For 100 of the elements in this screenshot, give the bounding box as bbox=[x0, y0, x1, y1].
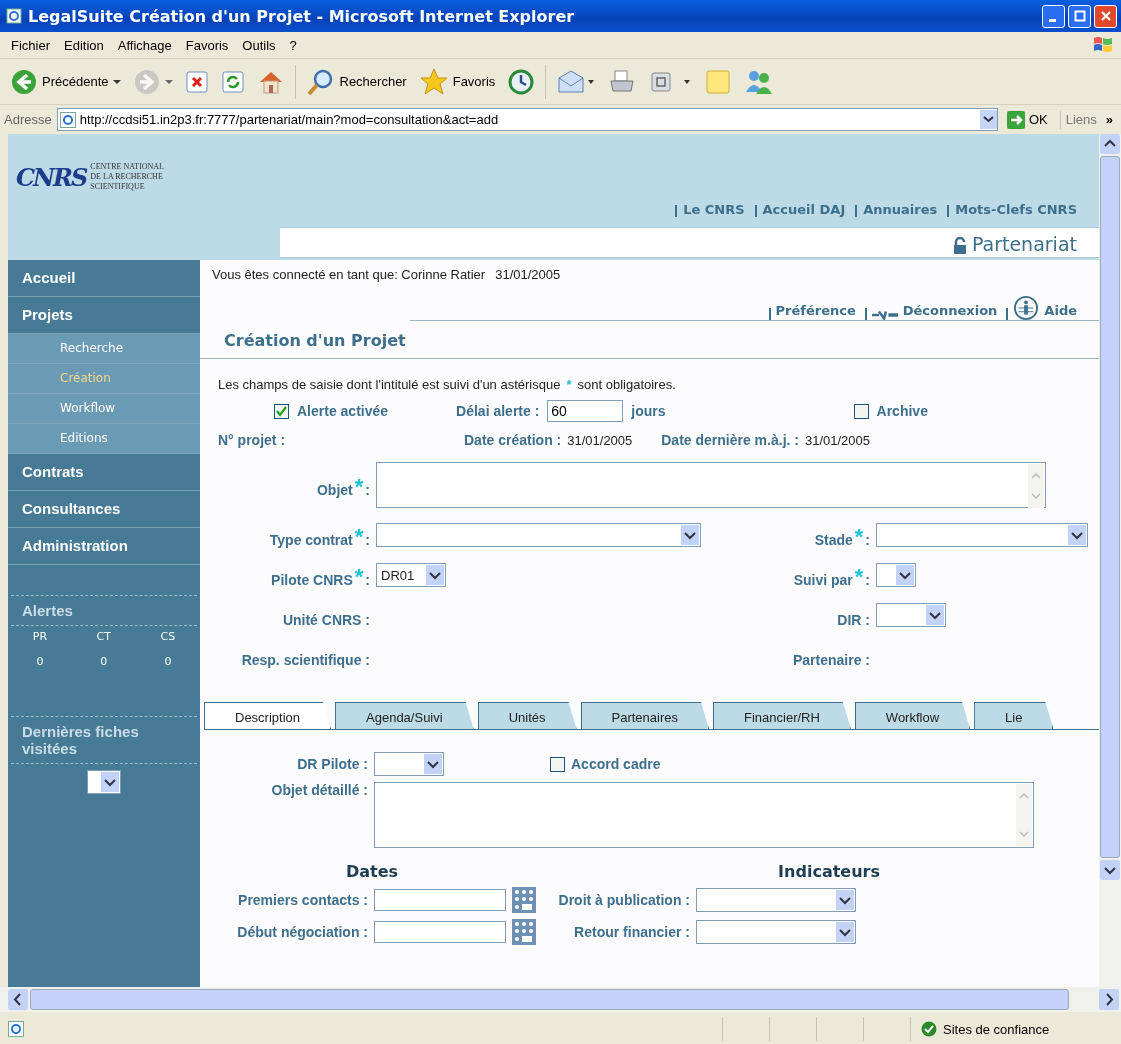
header-link[interactable]: Annuaires bbox=[863, 202, 938, 217]
field-label: Archive bbox=[876, 403, 928, 419]
browser-icon bbox=[6, 8, 22, 24]
detail-textarea[interactable] bbox=[374, 782, 1034, 848]
organization-name: DE LA RECHERCHE bbox=[90, 172, 164, 182]
minimize-icon bbox=[1048, 18, 1056, 22]
maximize-icon bbox=[1073, 10, 1086, 22]
field-label: Premiers contacts : bbox=[237, 892, 368, 908]
alert-count: 0 bbox=[100, 655, 108, 668]
field-label: Retour financier : bbox=[573, 924, 690, 940]
user-link[interactable]: Préférence bbox=[775, 303, 856, 320]
tab[interactable]: Agenda/Suivi bbox=[335, 702, 474, 729]
scroll-arrows-icon bbox=[1016, 784, 1032, 846]
plug-icon bbox=[871, 310, 898, 320]
page-title: Création d'un Projet bbox=[200, 321, 1099, 359]
field-label: Date création : bbox=[464, 432, 562, 448]
check-icon bbox=[921, 1021, 937, 1037]
tab[interactable]: Unités bbox=[477, 702, 577, 729]
caret-icon bbox=[836, 922, 854, 942]
caret-icon bbox=[681, 525, 699, 545]
dropdown[interactable] bbox=[876, 563, 916, 587]
recent-heading: Dernières fiches visitées bbox=[21, 722, 140, 759]
field-label: Délai alerte : bbox=[456, 403, 540, 419]
field-label: Alerte activée bbox=[297, 403, 389, 419]
field-label: Date dernière m.à.j. : bbox=[661, 432, 799, 448]
close-button[interactable] bbox=[1094, 4, 1117, 28]
field-label: DIR : bbox=[836, 611, 870, 628]
calendar-icon[interactable] bbox=[512, 919, 536, 945]
alert-checkbox[interactable] bbox=[274, 403, 289, 419]
user-link[interactable]: Aide bbox=[1044, 303, 1077, 320]
field-label: DR Pilote : bbox=[296, 756, 368, 772]
organization-name: CENTRE NATIONAL bbox=[90, 162, 164, 172]
recent-dropdown[interactable] bbox=[87, 770, 121, 794]
horizontal-scrollbar[interactable] bbox=[0, 987, 1121, 1012]
menu-item[interactable]: ? bbox=[284, 37, 306, 53]
star-icon bbox=[418, 66, 449, 97]
field-label: Objet détaillé : bbox=[270, 782, 368, 798]
required-note: Les champs de saisie dont l'intitulé est suivi d'un astérisque bbox=[218, 377, 561, 392]
menu-item[interactable]: Fichier bbox=[6, 37, 59, 53]
stop-icon bbox=[184, 69, 209, 94]
alerts-heading: Alertes bbox=[21, 601, 74, 621]
field-label: Unité CNRS : bbox=[281, 611, 370, 628]
caret-icon bbox=[426, 565, 444, 585]
menu-item[interactable]: Affichage bbox=[112, 37, 181, 53]
tab[interactable]: Lie bbox=[974, 702, 1054, 729]
search-button[interactable]: Rechercher bbox=[301, 64, 411, 99]
field-value: 31/01/2005 bbox=[804, 432, 871, 448]
maximize-button[interactable] bbox=[1068, 4, 1091, 28]
caret-icon bbox=[101, 772, 119, 792]
dropdown[interactable]: DR01 bbox=[376, 563, 446, 587]
caret-icon bbox=[424, 754, 442, 774]
caret-icon bbox=[896, 565, 914, 585]
minimize-button[interactable] bbox=[1042, 4, 1065, 28]
close-icon bbox=[1099, 10, 1112, 22]
accord-checkbox[interactable] bbox=[550, 756, 565, 772]
delay-field[interactable]: 60 bbox=[547, 400, 624, 422]
clock-icon bbox=[507, 67, 536, 96]
edit-icon bbox=[648, 69, 693, 94]
refresh-icon bbox=[220, 69, 245, 94]
alert-count: 0 bbox=[164, 655, 172, 668]
user-link[interactable]: Déconnexion bbox=[902, 303, 998, 320]
field-label: Début négociation : bbox=[236, 924, 368, 940]
info-icon bbox=[1013, 294, 1040, 321]
tab[interactable]: Description bbox=[204, 702, 332, 729]
caret-icon bbox=[926, 605, 944, 625]
field-label: N° projet : bbox=[218, 432, 287, 448]
links-button[interactable]: Liens bbox=[1065, 112, 1097, 127]
required-note: sont obligatoires. bbox=[577, 377, 676, 392]
menu-item[interactable]: Favoris bbox=[180, 37, 238, 53]
tab[interactable]: Workflow bbox=[854, 702, 971, 729]
caret-icon bbox=[164, 77, 173, 86]
header-link[interactable]: Accueil DAJ bbox=[762, 202, 846, 217]
archive-checkbox[interactable] bbox=[853, 403, 869, 419]
header-link[interactable]: Mots-Clefs CNRS bbox=[955, 202, 1077, 217]
header-link[interactable]: Le CNRS bbox=[683, 202, 745, 217]
date-field[interactable] bbox=[374, 921, 506, 943]
field-value: 31/01/2005 bbox=[567, 432, 634, 448]
more-button[interactable]: » bbox=[1101, 112, 1117, 127]
page-icon bbox=[59, 111, 76, 128]
menu-item[interactable]: Edition bbox=[59, 37, 113, 53]
alert-count: 0 bbox=[36, 655, 44, 668]
note-icon bbox=[704, 67, 733, 96]
cnrs-logo: CNRS bbox=[16, 162, 87, 192]
favorites-button[interactable]: Favoris bbox=[414, 64, 500, 99]
go-button[interactable]: OK bbox=[1002, 110, 1061, 129]
caret-icon bbox=[836, 890, 854, 910]
section-heading: Indicateurs bbox=[778, 862, 880, 881]
calendar-icon[interactable] bbox=[512, 887, 536, 913]
menu-item[interactable]: Outils bbox=[237, 37, 285, 53]
lock-icon bbox=[952, 237, 967, 255]
tab[interactable]: Financier/RH bbox=[713, 702, 851, 729]
unit-label: jours bbox=[631, 403, 666, 419]
tab[interactable]: Partenaires bbox=[580, 702, 709, 729]
organization-name: SCIENTIFIQUE bbox=[90, 182, 146, 192]
alert-label: PR bbox=[32, 630, 48, 643]
date-field[interactable] bbox=[374, 889, 506, 911]
object-textarea[interactable] bbox=[376, 462, 1046, 508]
address-field[interactable]: http://ccdsi51.in2p3.fr:7777/partenariat/main?mod=consultation&act=add bbox=[56, 108, 998, 131]
vertical-scrollbar[interactable] bbox=[1099, 134, 1121, 987]
back-button[interactable]: Précédente bbox=[6, 65, 125, 98]
